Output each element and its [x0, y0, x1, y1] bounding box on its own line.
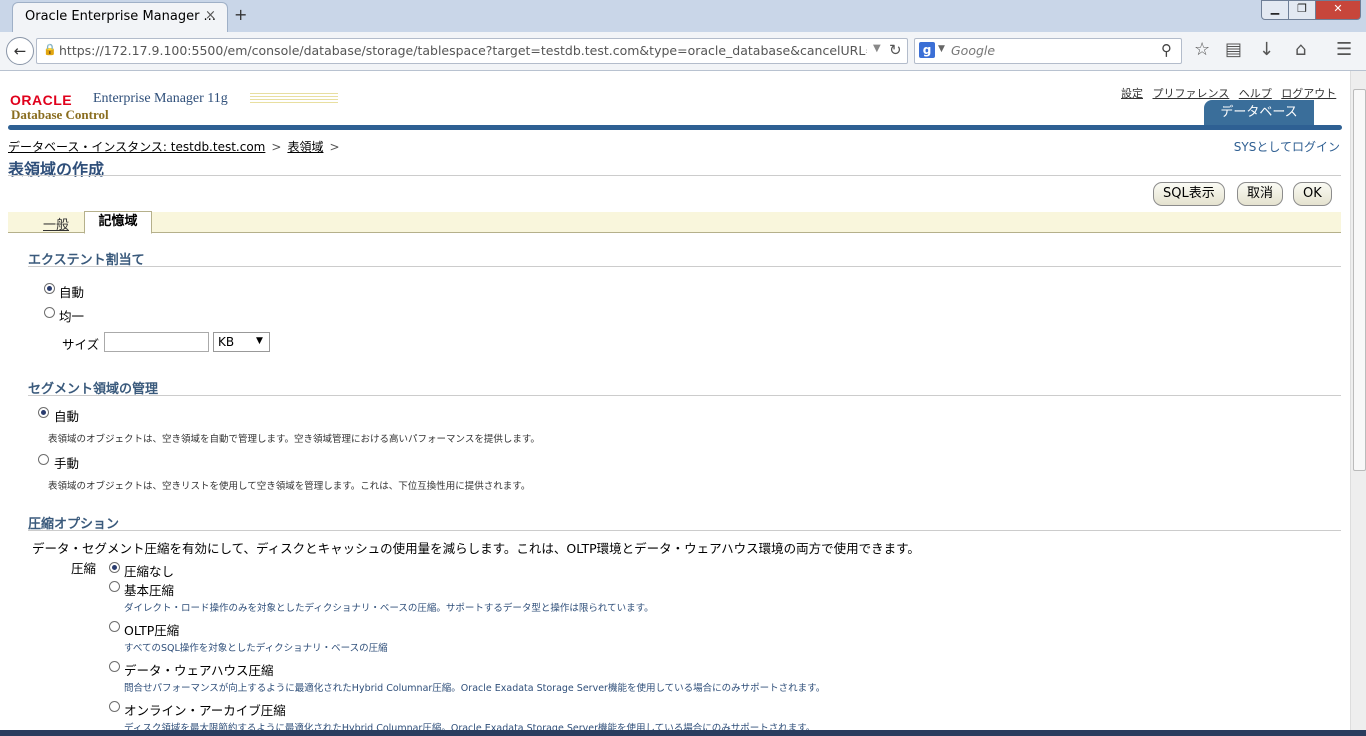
page-content: ORACLE Enterprise Manager 11g Database C…: [0, 71, 1350, 731]
reload-icon[interactable]: ↻: [889, 41, 902, 59]
segment-manual-label: 手動: [54, 456, 80, 471]
tab-general[interactable]: 一般: [43, 214, 69, 233]
search-bar[interactable]: g ▼ Google ⚲: [914, 38, 1182, 64]
section-divider: [28, 395, 1341, 396]
browser-nav-bar: ← 🔒 https://172.17.9.100:5500/em/console…: [0, 32, 1366, 71]
lock-icon: 🔒: [43, 43, 57, 56]
breadcrumb-tablespaces[interactable]: 表領域: [287, 140, 323, 154]
chevron-down-icon: ▼: [256, 336, 263, 346]
address-bar[interactable]: 🔒 https://172.17.9.100:5500/em/console/d…: [36, 38, 908, 64]
window-minimize-button[interactable]: ▁: [1261, 0, 1289, 20]
ok-button[interactable]: OK: [1293, 182, 1332, 206]
link-settings[interactable]: 設定: [1121, 87, 1143, 100]
compression-basic-description: ダイレクト・ロード操作のみを対象としたディクショナリ・ベースの圧縮。サポートする…: [124, 603, 654, 614]
compression-archive-radio[interactable]: [109, 701, 120, 712]
compression-basic-label: 基本圧縮: [124, 583, 175, 598]
extent-auto-radio[interactable]: [44, 283, 55, 294]
bookmark-star-icon[interactable]: ☆: [1194, 39, 1210, 60]
breadcrumb-database-instance[interactable]: データベース・インスタンス: testdb.test.com: [8, 140, 265, 154]
tab-title: Oracle Enterprise Manager ...: [25, 9, 216, 24]
section-divider: [28, 266, 1341, 267]
compression-warehouse-label: データ・ウェアハウス圧縮: [124, 663, 274, 678]
back-arrow-icon[interactable]: ←: [6, 37, 34, 65]
compression-oltp-label: OLTP圧縮: [124, 623, 180, 638]
product-subtitle: Database Control: [11, 107, 109, 122]
page-title: 表領域の作成: [8, 160, 105, 179]
product-name: Enterprise Manager 11g: [93, 91, 228, 106]
tab-storage[interactable]: 記憶域: [84, 211, 152, 234]
compression-warehouse-radio[interactable]: [109, 661, 120, 672]
header-bar: [8, 125, 1342, 130]
size-input[interactable]: [104, 332, 209, 352]
search-engine-dropdown-icon[interactable]: ▼: [938, 44, 945, 54]
link-help[interactable]: ヘルプ: [1239, 87, 1272, 100]
logo-decoration: [250, 93, 338, 105]
compression-none-label: 圧縮なし: [124, 564, 175, 579]
browser-title-bar: Oracle Enterprise Manager ... × + ▁ ❐ ✕: [0, 0, 1366, 33]
section-divider: [28, 530, 1341, 531]
compression-oltp-radio[interactable]: [109, 621, 120, 632]
compression-oltp-description: すべてのSQL操作を対象としたディクショナリ・ベースの圧縮: [124, 643, 388, 654]
sub-tab-bar: 一般 記憶域: [8, 211, 1341, 234]
title-divider: [8, 175, 1341, 176]
compression-none-radio[interactable]: [109, 562, 120, 573]
size-label: サイズ: [62, 337, 100, 352]
segment-manual-radio[interactable]: [38, 454, 49, 465]
breadcrumb-separator: >: [271, 140, 282, 154]
login-status: SYSとしてログイン: [1233, 140, 1340, 154]
search-input[interactable]: Google: [951, 43, 995, 58]
compression-archive-label: オンライン・アーカイブ圧縮: [124, 703, 286, 718]
cancel-button[interactable]: 取消: [1237, 182, 1284, 206]
segment-manual-description: 表領域のオブジェクトは、空きリストを使用して空き領域を管理します。これは、下位互…: [48, 481, 531, 492]
scrollbar-thumb[interactable]: [1353, 89, 1366, 471]
extent-uniform-radio[interactable]: [44, 307, 55, 318]
breadcrumb-separator: >: [329, 140, 340, 154]
url-dropdown-icon[interactable]: ▼: [873, 43, 881, 54]
compression-label: 圧縮: [71, 561, 97, 576]
segment-auto-label: 自動: [54, 409, 80, 424]
home-icon[interactable]: ⌂: [1295, 39, 1306, 60]
breadcrumb: データベース・インスタンス: testdb.test.com > 表領域 >: [8, 138, 346, 155]
tab-database[interactable]: データベース: [1204, 100, 1314, 125]
window-maximize-button[interactable]: ❐: [1288, 0, 1316, 20]
segment-auto-description: 表領域のオブジェクトは、空き領域を自動で管理します。空き領域管理における高いパフ…: [48, 434, 540, 445]
tab-close-icon[interactable]: ×: [205, 8, 216, 23]
compression-intro: データ・セグメント圧縮を有効にして、ディスクとキャッシュの使用量を減らします。こ…: [32, 541, 920, 556]
os-taskbar: [0, 730, 1366, 736]
vertical-scrollbar[interactable]: [1350, 71, 1366, 731]
browser-tab[interactable]: Oracle Enterprise Manager ... ×: [12, 2, 228, 33]
url-text[interactable]: https://172.17.9.100:5500/em/console/dat…: [59, 43, 867, 58]
google-icon[interactable]: g: [919, 42, 935, 58]
search-icon[interactable]: ⚲: [1161, 41, 1172, 59]
menu-icon[interactable]: ☰: [1336, 39, 1352, 60]
new-tab-button[interactable]: +: [234, 5, 247, 24]
compression-basic-radio[interactable]: [109, 581, 120, 592]
window-close-button[interactable]: ✕: [1315, 0, 1361, 20]
bookmarks-list-icon[interactable]: ▤: [1225, 39, 1242, 60]
extent-uniform-label: 均一: [59, 309, 85, 324]
download-icon[interactable]: ↓: [1259, 39, 1274, 60]
oracle-logo: ORACLE: [10, 92, 73, 108]
size-unit-select[interactable]: KB ▼: [213, 332, 270, 352]
segment-auto-radio[interactable]: [38, 407, 49, 418]
link-preferences[interactable]: プリファレンス: [1153, 87, 1230, 100]
size-unit-value: KB: [218, 335, 235, 349]
global-links: 設定 プリファレンス ヘルプ ログアウト: [1121, 85, 1342, 101]
compression-warehouse-description: 問合せパフォーマンスが向上するように最適化されたHybrid Columnar圧…: [124, 683, 826, 694]
link-logout[interactable]: ログアウト: [1281, 87, 1336, 100]
show-sql-button[interactable]: SQL表示: [1153, 182, 1225, 206]
extent-auto-label: 自動: [59, 285, 85, 300]
